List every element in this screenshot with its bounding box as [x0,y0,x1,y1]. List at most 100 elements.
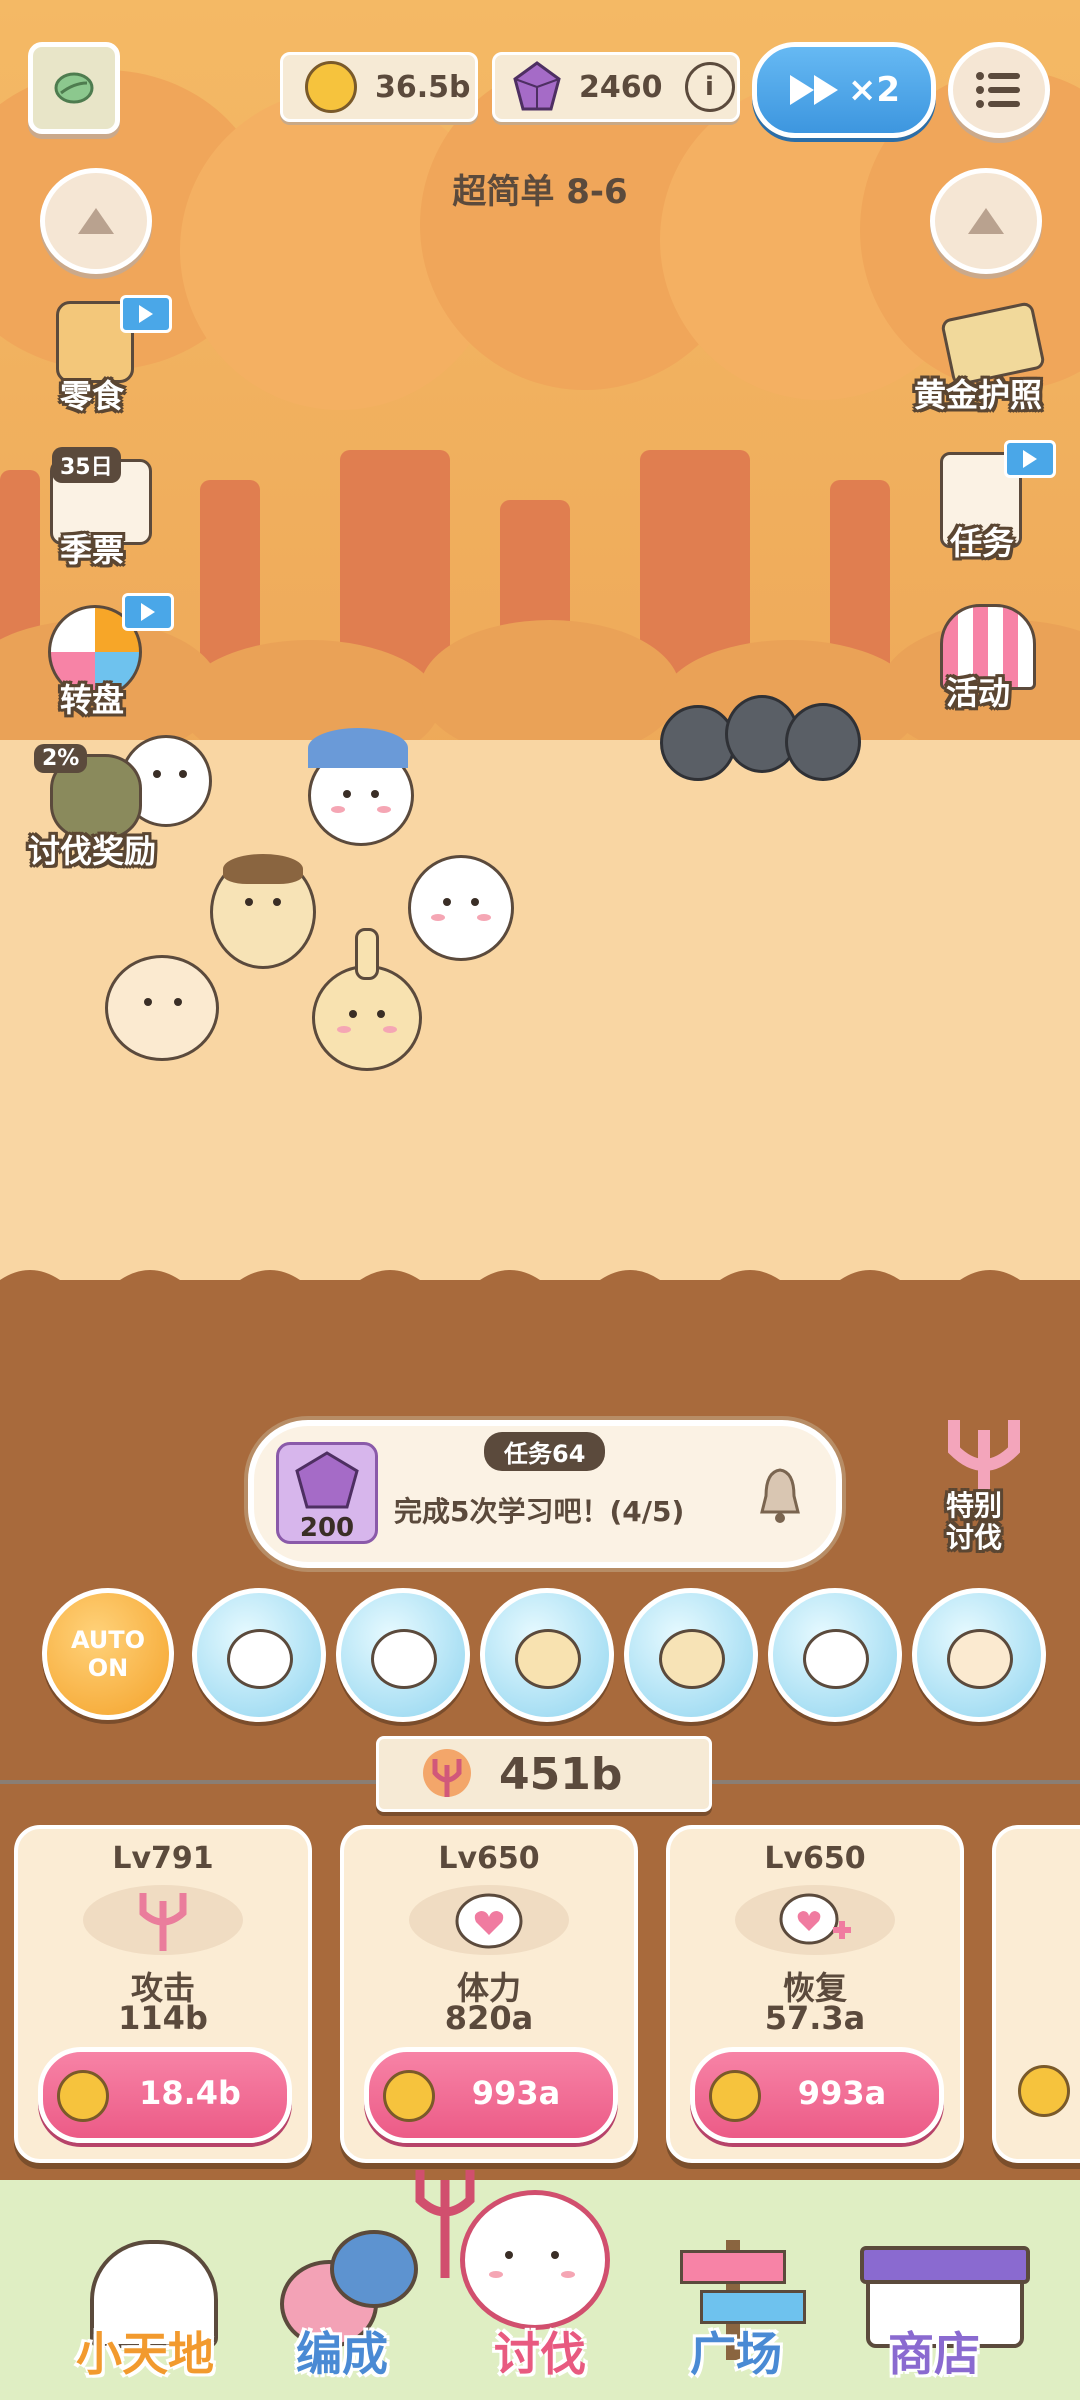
card-icon-bg [409,1885,569,1955]
character-portrait [659,1629,725,1689]
auto-battle-toggle[interactable]: AUTO ON [42,1588,174,1720]
leaf-icon [54,72,94,104]
dirt-edge [0,1270,1080,1300]
card-icon-bg [83,1885,243,1955]
gold-coin-icon [709,2070,761,2122]
nav-subjugation-label: 讨伐 [494,2327,586,2381]
season-pass-button[interactable]: 35日 季票 [40,445,170,569]
gold-amount: 36.5b [375,69,471,105]
upgrade-card-attack: Lv791 攻击 114b 18.4b [14,1825,312,2163]
upgrade-buy-button[interactable]: 993a [690,2047,944,2143]
events-button[interactable]: 活动 [920,590,1060,720]
upgrade-buy-button[interactable]: 18.4b [38,2047,292,2143]
triangle-up-icon [78,208,114,234]
fast-forward-icon [789,75,838,105]
party-slot-5[interactable] [768,1588,902,1722]
season-pass-badge: 35日 [52,447,121,483]
triangle-up-icon [968,208,1004,234]
video-ad-icon [120,295,172,333]
trident-icon [139,1893,187,1951]
nav-plaza-label: 广场 [690,2327,782,2381]
upgrade-price: 993a [797,2074,887,2112]
card-level: Lv650 [764,1841,866,1876]
heal-icon [779,1893,851,1945]
quest-tag: 任务64 [484,1432,606,1471]
party-slot-1[interactable] [192,1588,326,1722]
upgrade-price: 18.4b [139,2074,241,2112]
upgrade-card-stamina: Lv650 体力 820a 993a [340,1825,638,2163]
stage-title: 超简单 8-6 [452,172,628,212]
nav-home-label: 小天地 [76,2327,214,2381]
signpost-board-1 [680,2250,786,2284]
speed-toggle-button[interactable]: ×2 [752,42,936,138]
gold-passport-button[interactable]: 黄金护照 [910,300,1060,420]
video-ad-icon [1004,440,1056,478]
menu-button[interactable] [948,42,1050,138]
events-label: 活动 [946,674,1011,712]
special-subjugation-label: 特别 讨伐 [946,1489,1003,1554]
upgrade-price: 993a [471,2074,561,2112]
snacks-label: 零食 [60,377,125,415]
upgrade-buy-button[interactable]: 993a [364,2047,618,2143]
quest-reward-box: 200 [276,1442,378,1544]
party-slot-3[interactable] [480,1588,614,1722]
character-portrait [371,1629,437,1689]
quest-text: 完成5次学习吧！(4/5) [394,1495,685,1528]
tasks-label: 任务 [950,524,1015,562]
gold-coin-icon [305,61,357,113]
character-portrait [515,1629,581,1689]
shop-awning [860,2246,1030,2284]
upgrade-card-partial[interactable] [992,1825,1080,2163]
character-portrait [227,1629,293,1689]
profile-button[interactable] [28,42,120,134]
party-slot-4[interactable] [624,1588,758,1722]
gem-icon [513,61,561,111]
card-stat-value: 114b [118,1999,208,2037]
season-pass-label: 季票 [60,531,125,569]
power-total-value: 451b [499,1749,623,1800]
gold-passport-label: 黄金护照 [914,376,1043,414]
attack-power-icon [423,1749,471,1797]
quest-reward-count: 200 [299,1513,355,1543]
info-icon[interactable]: i [684,62,735,112]
card-level: Lv650 [438,1841,540,1876]
character-portrait [803,1629,869,1689]
party-slot-6[interactable] [912,1588,1046,1722]
speed-label: ×2 [847,70,901,110]
bell-icon [760,1468,800,1523]
subjugation-reward-label: 讨伐奖励 [28,832,157,870]
special-subjugation-button[interactable]: 特别 讨伐 [910,1410,1060,1560]
gem-icon [295,1451,359,1509]
tasks-button[interactable]: 任务 [920,440,1060,570]
trident-icon [948,1420,1020,1498]
auto-label: AUTO [70,1626,146,1654]
character-portrait [947,1629,1013,1689]
reward-percent-badge: 2% [34,744,88,773]
gold-coin-icon [383,2070,435,2122]
subjugation-character-icon [460,2190,610,2330]
wheel-button[interactable]: 转盘 [30,585,174,719]
gold-coin-icon [57,2070,109,2122]
party-slot-2[interactable] [336,1588,470,1722]
heart-icon [455,1893,523,1949]
trident-icon [415,2170,475,2278]
subjugation-reward-button[interactable]: 2% 讨伐奖励 [28,740,178,870]
nav-shop-label: 商店 [888,2327,980,2381]
nav-formation-label: 编成 [296,2327,388,2381]
right-collapse-button[interactable] [930,168,1042,274]
quest-panel[interactable]: 任务64 200 完成5次学习吧！(4/5) [248,1420,842,1568]
gem-counter: 2460 i [492,52,740,122]
card-level: Lv791 [112,1841,214,1876]
gold-coin-icon [1018,2065,1070,2117]
left-collapse-button[interactable] [40,168,152,274]
auto-on-label: ON [87,1654,129,1682]
list-menu-icon [976,72,1020,108]
card-icon-bg [735,1885,895,1955]
card-stat-value: 57.3a [764,1999,866,2037]
wheel-label: 转盘 [60,681,125,719]
gem-amount: 2460 [579,69,663,105]
video-ad-icon [122,593,174,631]
power-total-sign: 451b [376,1736,712,1812]
snacks-button[interactable]: 零食 [40,295,172,415]
card-stat-value: 820a [444,1999,534,2037]
